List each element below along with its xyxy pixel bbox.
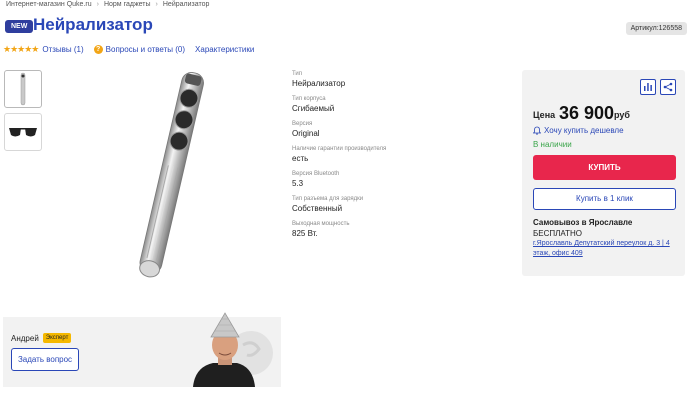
spec-value: есть [292,154,309,163]
question-icon: ? [93,45,103,54]
spec-item: Версия Original [292,120,412,139]
spec-label: Выходная мощность [292,221,350,227]
cheaper-link-label: Хочу купить дешевле [544,126,624,135]
sku-badge: Артикул:126558 [625,22,687,35]
compare-button[interactable] [640,79,656,95]
spec-value: 825 Вт. [292,229,318,238]
spec-item: Наличие гарантии производителя есть [292,145,412,164]
thumbnail-neuralyzer[interactable] [4,70,42,108]
share-button[interactable] [660,79,676,95]
page-title: Нейрализатор [33,15,153,34]
product-subnav: ★★★★★ Отзывы (1) ? Вопросы и ответы (0) Х… [3,44,264,55]
qa-link[interactable]: ? Вопросы и ответы (0) [93,45,186,54]
one-click-buy-button[interactable]: Купить в 1 клик [533,188,676,210]
bell-icon [533,126,541,135]
breadcrumb-separator: › [96,1,99,8]
spec-label: Версия Bluetooth [292,171,340,177]
buy-button[interactable]: КУПИТЬ [533,155,676,180]
specs-link[interactable]: Характеристики [195,45,254,54]
qa-link-label: Вопросы и ответы (0) [105,45,186,54]
breadcrumb-current: Нейрализатор [162,1,210,8]
price-currency: руб [614,110,630,120]
product-main-image [139,72,204,278]
spec-value: Нейрализатор [292,79,346,88]
specs-list: Тип Нейрализатор Тип корпуса Сгибаемый Вер… [292,70,412,245]
spec-value: Сгибаемый [292,104,335,113]
spec-value: Собственный [292,204,343,213]
reviews-link[interactable]: Отзывы (1) [42,45,83,54]
expert-avatar [193,312,273,387]
expert-name: Андрей [11,333,39,343]
pickup-price: БЕСПЛАТНО [533,229,582,238]
spec-label: Версия [292,121,313,127]
price-value: 36 900 [559,103,615,123]
spec-item: Тип Нейрализатор [292,70,412,89]
pickup-title: Самовывоз в Ярославле [533,218,633,227]
spec-item: Тип разъема для зарядки Собственный [292,195,412,214]
breadcrumb-link-gadgets[interactable]: Норм гаджеты [104,1,151,8]
cheaper-link[interactable]: Хочу купить дешевле [533,126,624,135]
breadcrumb-separator: › [155,1,158,8]
spec-label: Тип корпуса [292,96,326,102]
ask-question-button[interactable]: Задать вопрос [11,348,79,371]
bar-chart-icon [644,83,652,91]
spec-label: Тип [292,71,303,77]
share-icon [663,82,673,92]
expert-name-row: Андрей Эксперт [11,333,72,343]
sunglasses-thumb-image [9,128,37,137]
spec-value: Original [292,129,320,138]
rating-stars-icon: ★★★★★ [3,44,39,54]
spec-item: Выходная мощность 825 Вт. [292,220,412,239]
price-label: Цена [533,110,556,120]
expert-block: Андрей Эксперт Задать вопрос [3,312,281,387]
spec-label: Тип разъема для зарядки [292,196,364,202]
pickup-address-link[interactable]: г.Ярославль Депутатский переулок д. 3 | … [533,239,678,259]
neuralyzer-thumb-image [20,72,26,106]
breadcrumb: Интернет-магазин Quke.ru › Норм гаджеты … [6,1,209,8]
new-badge: NEW [5,20,34,33]
spec-item: Версия Bluetooth 5.3 [292,170,412,189]
stock-status: В наличии [533,140,572,149]
buy-box: Цена 36 900 руб Хочу купить дешевле В на… [522,70,685,276]
breadcrumb-link-store[interactable]: Интернет-магазин Quke.ru [6,1,92,8]
thumbnail-sunglasses[interactable] [4,113,42,151]
spec-item: Тип корпуса Сгибаемый [292,95,412,114]
expert-tag: Эксперт [42,333,72,343]
spec-value: 5.3 [292,179,304,188]
spec-label: Наличие гарантии производителя [292,146,387,152]
